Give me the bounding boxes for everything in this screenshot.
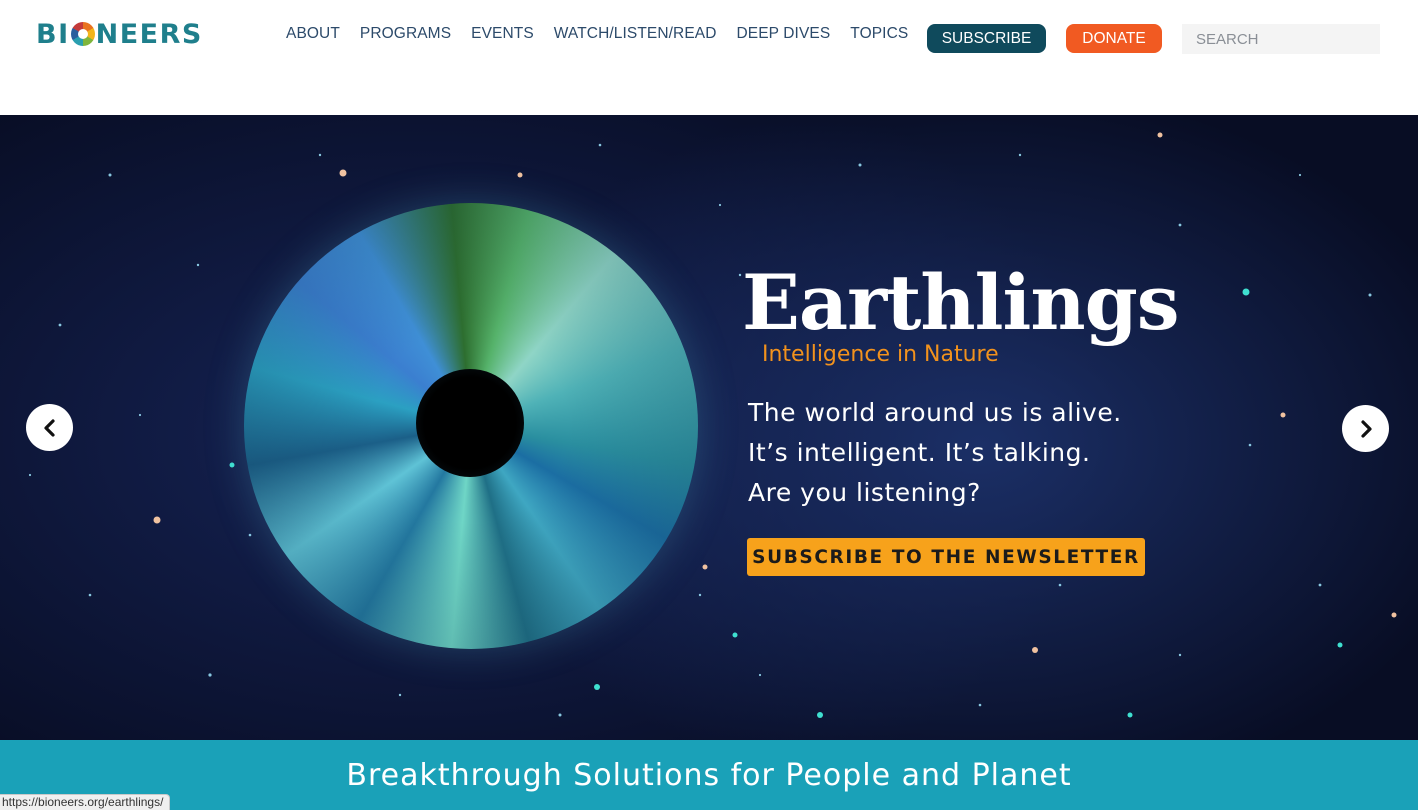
chevron-right-icon <box>1360 419 1372 438</box>
hero-tagline-line: The world around us is alive. <box>748 398 1122 427</box>
logo-text-end: NEERS <box>95 18 203 50</box>
nav-events[interactable]: EVENTS <box>471 24 534 44</box>
slider-prev-button[interactable] <box>26 404 73 451</box>
main-nav: ABOUT PROGRAMS EVENTS WATCH/LISTEN/READ … <box>286 24 928 44</box>
nav-programs[interactable]: PROGRAMS <box>360 24 451 44</box>
nav-deep-dives[interactable]: DEEP DIVES <box>737 24 831 44</box>
subscribe-newsletter-button[interactable]: SUBSCRIBE TO THE NEWSLETTER <box>747 538 1145 576</box>
donate-button[interactable]: DONATE <box>1066 24 1162 53</box>
slider-next-button[interactable] <box>1342 405 1389 452</box>
orb-pupil <box>416 369 524 477</box>
hero-slider: Earthlings Intelligence in Nature The wo… <box>0 115 1418 740</box>
subscribe-button[interactable]: SUBSCRIBE <box>927 24 1046 53</box>
nav-about[interactable]: ABOUT <box>286 24 340 44</box>
nav-watch-listen-read[interactable]: WATCH/LISTEN/READ <box>554 24 717 44</box>
earthlings-orb-image <box>244 203 698 649</box>
hero-tagline-line: Are you listening? <box>748 478 981 507</box>
nav-topics[interactable]: TOPICS <box>850 24 908 44</box>
hero-subtitle: Intelligence in Nature <box>762 342 999 367</box>
hero-tagline: The world around us is alive. It’s intel… <box>748 393 1122 513</box>
site-header: BI NEERS ABOUT PROGRAMS EVENTS WATCH/LIS… <box>0 0 1418 115</box>
logo-text-start: BI <box>36 18 70 50</box>
tagline-banner: Breakthrough Solutions for People and Pl… <box>0 740 1418 810</box>
hero-title: Earthlings <box>742 258 1179 347</box>
chevron-left-icon <box>43 418 55 437</box>
banner-text: Breakthrough Solutions for People and Pl… <box>346 758 1072 793</box>
logo-wheel-icon <box>70 22 95 46</box>
bioneers-logo[interactable]: BI NEERS <box>36 18 203 50</box>
hero-tagline-line: It’s intelligent. It’s talking. <box>748 438 1091 467</box>
search-input[interactable] <box>1182 24 1380 54</box>
status-bar-url: https://bioneers.org/earthlings/ <box>0 794 171 810</box>
starfield-background <box>28 132 1397 718</box>
